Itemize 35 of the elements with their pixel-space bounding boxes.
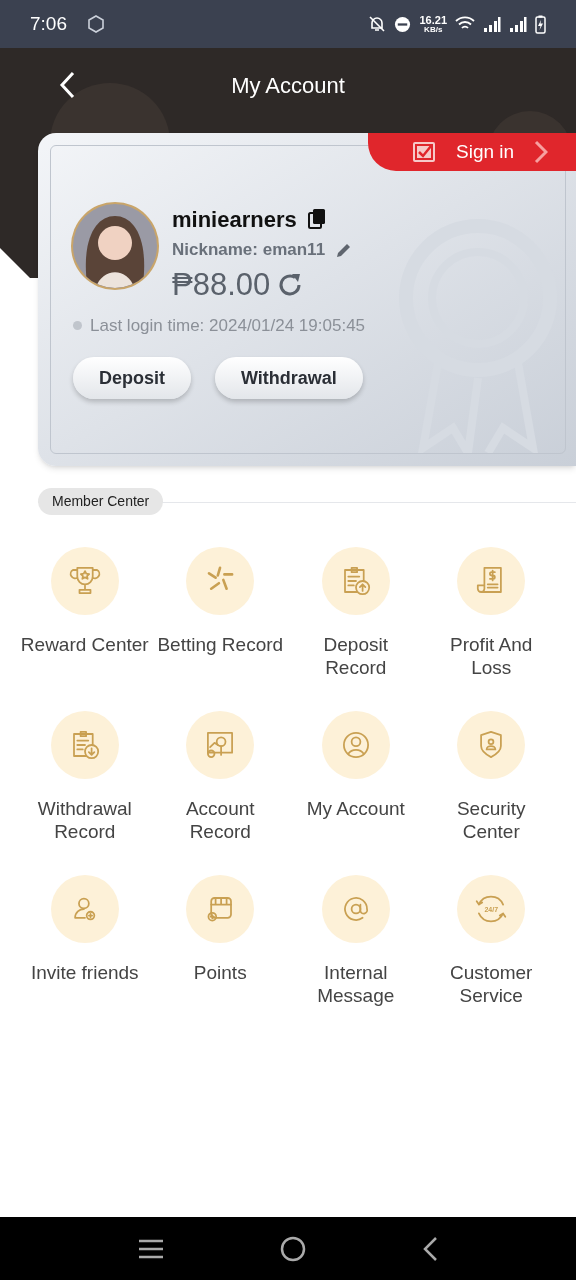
menu-item[interactable]: Reward Center: [16, 547, 153, 656]
home-icon[interactable]: [279, 1234, 307, 1263]
status-time: 7:06: [30, 11, 67, 36]
username: miniearners: [172, 205, 297, 234]
menu-icon[interactable]: [137, 1237, 165, 1260]
sign-in-button[interactable]: Sign in: [368, 133, 576, 171]
menu-item[interactable]: Security Center: [423, 711, 560, 843]
battery-charging-icon: [535, 14, 546, 34]
menu-item[interactable]: My Account: [287, 711, 424, 820]
action-button[interactable]: Withdrawal: [215, 357, 363, 399]
menu-item[interactable]: Betting Record: [152, 547, 289, 656]
menu-item[interactable]: Withdrawal Record: [16, 711, 153, 843]
menu-item[interactable]: Points: [152, 875, 289, 984]
action-button[interactable]: Deposit: [73, 357, 191, 399]
menu-item[interactable]: Invite friends: [16, 875, 153, 984]
signal-icon: [483, 16, 501, 32]
muted-bell-icon: [368, 15, 387, 33]
app-badge-icon: [87, 15, 105, 33]
section-label: Member Center: [38, 488, 164, 515]
nickname: Nickname: eman11: [172, 239, 326, 262]
menu-item[interactable]: Deposit Record: [287, 547, 424, 679]
menu-item[interactable]: Internal Message: [287, 875, 424, 1007]
network-speed-unit: KB/s: [424, 25, 443, 34]
network-speed: 16.21: [419, 14, 447, 26]
do-not-disturb-icon: [394, 15, 412, 33]
menu-item[interactable]: Profit And Loss: [423, 547, 560, 679]
checkbox-icon: [412, 141, 436, 163]
page-title: My Account: [231, 71, 345, 100]
chevron-right-icon: [534, 140, 549, 164]
balance-amount: ₱88.00: [172, 265, 271, 304]
copy-icon[interactable]: [306, 208, 327, 230]
signal-icon: [509, 16, 527, 32]
back-icon[interactable]: [421, 1235, 439, 1262]
last-login-time: Last login time: 2024/01/24 19:05:45: [90, 315, 366, 337]
menu-item[interactable]: Account Record: [152, 711, 289, 843]
